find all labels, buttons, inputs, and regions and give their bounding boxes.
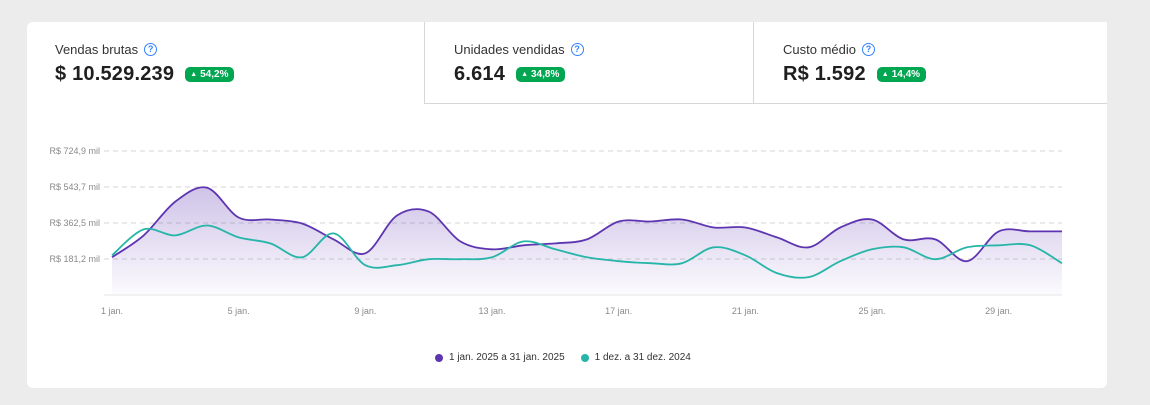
x-tick-label: 17 jan. <box>605 306 632 316</box>
legend-label: 1 dez. a 31 dez. 2024 <box>594 352 691 363</box>
sales-card: Vendas brutas ? $ 10.529.239 ▲ 54,2% Uni… <box>27 22 1107 388</box>
x-tick-label: 25 jan. <box>858 306 885 316</box>
legend-label: 1 jan. 2025 a 31 jan. 2025 <box>449 352 565 363</box>
legend-dot-icon <box>580 353 589 362</box>
x-tick-label: 9 jan. <box>354 306 376 316</box>
y-tick-label: R$ 724,9 mil <box>49 146 100 156</box>
x-tick-label: 1 jan. <box>101 306 123 316</box>
x-tick-label: 29 jan. <box>985 306 1012 316</box>
x-tick-label: 5 jan. <box>228 306 250 316</box>
legend-item-previous[interactable]: 1 dez. a 31 dez. 2024 <box>580 352 691 363</box>
x-tick-label: 21 jan. <box>732 306 759 316</box>
legend-item-current[interactable]: 1 jan. 2025 a 31 jan. 2025 <box>435 352 565 363</box>
y-tick-label: R$ 181,2 mil <box>49 254 100 264</box>
sales-area-chart[interactable]: R$ 724,9 mil R$ 543,7 mil R$ 362,5 mil R$ 1… <box>27 22 1107 388</box>
y-tick-label: R$ 543,7 mil <box>49 182 100 192</box>
legend-dot-icon <box>435 353 443 362</box>
x-tick-label: 13 jan. <box>478 306 505 316</box>
chart-legend: 1 jan. 2025 a 31 jan. 2025 1 dez. a 31 d… <box>435 352 691 363</box>
y-tick-label: R$ 362,5 mil <box>49 218 100 228</box>
